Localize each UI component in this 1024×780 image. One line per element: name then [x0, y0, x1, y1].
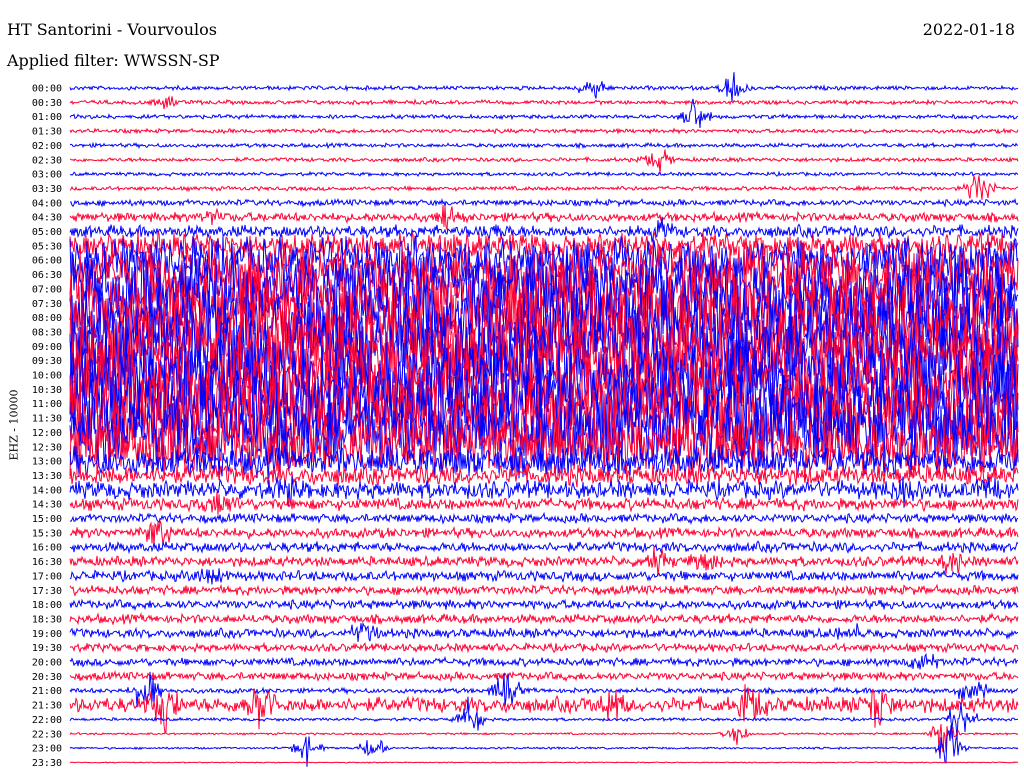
time-tick-label: 04:30 — [32, 213, 62, 224]
time-tick-label: 16:00 — [32, 543, 62, 554]
trace-1400 — [69, 475, 1019, 508]
time-tick-label: 01:30 — [32, 127, 62, 138]
trace-1900 — [69, 621, 1019, 642]
time-tick-label: 17:30 — [32, 586, 62, 597]
time-tick-label: 12:00 — [32, 428, 62, 439]
time-tick-label: 01:00 — [32, 112, 62, 123]
time-tick-label: 19:00 — [32, 629, 62, 640]
trace-group — [69, 72, 1019, 767]
time-tick-label: 20:00 — [32, 658, 62, 669]
trace-1930 — [69, 641, 1019, 654]
trace-1700 — [69, 568, 1019, 585]
time-tick-label: 03:00 — [32, 170, 62, 181]
time-tick-label: 04:00 — [32, 198, 62, 209]
trace-1500 — [69, 511, 1019, 525]
time-tick-label: 23:00 — [32, 744, 62, 755]
trace-0300 — [69, 170, 1019, 178]
time-tick-label: 05:00 — [32, 227, 62, 238]
trace-1600 — [69, 540, 1019, 555]
time-tick-label: 14:30 — [32, 500, 62, 511]
trace-0330 — [69, 175, 1019, 200]
trace-1530 — [69, 520, 1019, 547]
trace-0130 — [69, 127, 1019, 135]
time-tick-label: 08:30 — [32, 327, 62, 338]
time-tick-label: 21:30 — [32, 701, 62, 712]
seismogram-plot: 00:00 00:30 01:00 01:30 02:00 02:30 03:00 03:30… — [32, 72, 1019, 769]
time-tick-label: 20:30 — [32, 672, 62, 683]
trace-2330 — [69, 761, 1019, 764]
time-tick-label: 14:00 — [32, 485, 62, 496]
trace-1830 — [69, 612, 1019, 626]
trace-0000 — [69, 72, 1019, 103]
time-tick-label: 05:30 — [32, 241, 62, 252]
time-tick-label: 18:30 — [32, 614, 62, 625]
time-tick-label: 13:00 — [32, 457, 62, 468]
time-tick-label: 16:30 — [32, 557, 62, 568]
time-tick-label: 00:00 — [32, 84, 62, 95]
trace-2030 — [69, 669, 1019, 683]
time-tick-label: 06:30 — [32, 270, 62, 281]
time-tick-label: 15:00 — [32, 514, 62, 525]
trace-1800 — [69, 598, 1019, 612]
time-tick-label: 11:00 — [32, 399, 62, 410]
time-tick-label: 02:30 — [32, 155, 62, 166]
time-tick-label: 08:00 — [32, 313, 62, 324]
time-tick-label: 00:30 — [32, 98, 62, 109]
trace-0430 — [69, 204, 1019, 231]
time-tick-label: 12:30 — [32, 442, 62, 453]
time-tick-label: 22:00 — [32, 715, 62, 726]
trace-2000 — [69, 652, 1019, 670]
time-tick-label: 17:00 — [32, 571, 62, 582]
time-tick-label: 02:00 — [32, 141, 62, 152]
time-tick-label: 03:30 — [32, 184, 62, 195]
trace-1630 — [69, 546, 1019, 576]
time-tick-label: 15:30 — [32, 528, 62, 539]
trace-0400 — [69, 197, 1019, 208]
time-tick-label: 10:00 — [32, 371, 62, 382]
trace-0030 — [69, 95, 1019, 110]
trace-0230 — [69, 149, 1019, 175]
time-tick-label: 07:00 — [32, 284, 62, 295]
time-tick-label: 10:30 — [32, 385, 62, 396]
time-tick-label: 23:30 — [32, 758, 62, 769]
time-tick-label: 11:30 — [32, 414, 62, 425]
time-tick-label: 22:30 — [32, 729, 62, 740]
time-tick-label: 09:00 — [32, 342, 62, 353]
trace-0200 — [69, 141, 1019, 150]
time-tick-label: 07:30 — [32, 299, 62, 310]
trace-1730 — [69, 583, 1019, 597]
time-tick-label: 06:00 — [32, 256, 62, 267]
time-tick-label: 19:30 — [32, 643, 62, 654]
time-tick-label: 09:30 — [32, 356, 62, 367]
trace-2300 — [69, 725, 1019, 767]
time-tick-label: 18:00 — [32, 600, 62, 611]
time-tick-group: 00:00 00:30 01:00 01:30 02:00 02:30 03:00 03:30… — [32, 84, 62, 769]
time-tick-label: 13:30 — [32, 471, 62, 482]
time-tick-label: 21:00 — [32, 686, 62, 697]
